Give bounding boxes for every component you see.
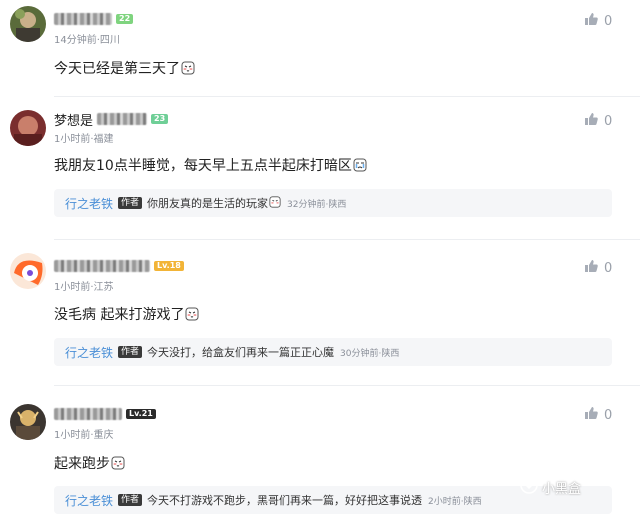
reply-text: 今天不打游戏不跑步，黑哥们再来一篇，好好把这事说透 [147,494,423,507]
username-row: Lv.18 [54,258,184,274]
author-reply[interactable]: 行之老铁 作者 你朋友真的是生活的玩家 32分钟前·陕西 [54,189,612,217]
level-badge: 23 [151,114,169,124]
comment-text: 没毛病 起来打游戏了 [54,304,199,325]
comment-item: Lv.18 1小时前·江苏 没毛病 起来打游戏了 0 行之老铁 作者 今天没打，… [0,240,640,382]
level-badge: 22 [116,14,134,24]
author-badge: 作者 [118,346,143,358]
thumb-up-icon [584,406,598,424]
comment-text-content: 没毛病 起来打游戏了 [54,307,185,323]
level-badge: Lv.18 [154,261,184,271]
like-button[interactable]: 0 [584,259,612,277]
author-reply[interactable]: 行之老铁 作者 今天没打，给盒友们再来一篇正正心魔 30分钟前·陕西 [54,338,612,366]
comment-text: 今天已经是第三天了 [54,58,195,79]
comment-item: 梦想是 23 1小时前·福建 我朋友10点半睡觉，每天早上五点半起床打暗区 0 … [0,97,640,228]
username-visible[interactable]: 梦想是 [54,110,93,129]
avatar[interactable] [10,6,46,42]
comment-meta: 1小时前·重庆 [54,430,114,441]
reply-meta: 2小时前·陕西 [428,496,482,507]
like-count: 0 [604,13,613,29]
blush-emoji-icon [111,456,125,474]
reply-username[interactable]: 行之老铁 [65,195,113,212]
avatar[interactable] [10,404,46,440]
comment-text: 我朋友10点半睡觉，每天早上五点半起床打暗区 [54,155,367,176]
watermark: 小黑盒 [520,476,581,498]
thumb-up-icon [584,112,598,130]
avatar[interactable] [10,110,46,146]
comment-text-content: 起来跑步 [54,456,110,472]
thumb-up-icon [584,12,598,30]
like-button[interactable]: 0 [584,406,612,424]
like-button[interactable]: 0 [584,112,612,130]
xiaoheihe-logo-icon [520,476,538,498]
comment-text-content: 我朋友10点半睡觉，每天早上五点半起床打暗区 [54,158,352,174]
watermark-text: 小黑盒 [542,481,582,497]
comment-item: 22 14分钟前·四川 今天已经是第三天了 0 [0,0,640,96]
avatar[interactable] [10,253,46,289]
comment-meta: 1小时前·江苏 [54,282,114,293]
username-blurred[interactable] [97,113,148,125]
reply-meta: 30分钟前·陕西 [340,348,400,359]
blush-emoji-icon [181,61,195,79]
username-row: 梦想是 23 [54,110,169,129]
blush-emoji-icon [269,195,281,211]
reply-username[interactable]: 行之老铁 [65,492,113,509]
reply-text: 你朋友真的是生活的玩家 [147,197,269,210]
crying-emoji-icon [353,158,367,176]
comment-text-content: 今天已经是第三天了 [54,61,180,77]
comment-meta: 14分钟前·四川 [54,35,120,46]
comment-meta: 1小时前·福建 [54,134,114,145]
reply-username[interactable]: 行之老铁 [65,344,113,361]
like-count: 0 [604,407,613,423]
username-row: 22 [54,11,134,27]
like-count: 0 [604,113,613,129]
like-count: 0 [604,260,613,276]
author-badge: 作者 [118,197,143,209]
like-button[interactable]: 0 [584,12,612,30]
blush-emoji-icon [185,307,199,325]
username-row: Lv.21 [54,406,156,422]
author-badge: 作者 [118,494,143,506]
level-badge: Lv.21 [126,409,156,419]
comment-text: 起来跑步 [54,453,125,474]
username-blurred[interactable] [54,408,122,420]
reply-text: 今天没打，给盒友们再来一篇正正心魔 [147,346,335,359]
username-blurred[interactable] [54,260,150,272]
reply-meta: 32分钟前·陕西 [287,199,347,210]
username-blurred[interactable] [54,13,112,25]
thumb-up-icon [584,259,598,277]
